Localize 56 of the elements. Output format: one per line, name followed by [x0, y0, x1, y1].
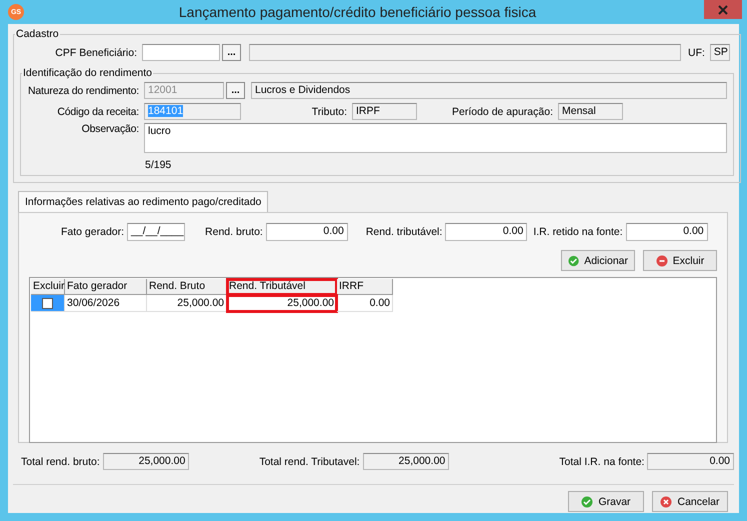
field-label: Código da receita:: [56, 106, 139, 118]
cpf-field[interactable]: [142, 44, 220, 61]
group-title: Cadastro: [15, 28, 60, 40]
save-button[interactable]: Gravar: [568, 491, 644, 512]
field-label: Fato gerador:: [61, 226, 124, 238]
field-label: Observação:: [80, 123, 139, 135]
window-title: Lançamento pagamento/crédito beneficiário pessoa fisica: [178, 4, 538, 20]
ok-icon: [581, 496, 594, 508]
total-field: 25,000.00: [362, 453, 450, 470]
tributo-field: IRPF: [352, 103, 417, 120]
field-label: UF:: [688, 46, 705, 58]
table-cell: 30/06/2026: [65, 295, 147, 312]
field-label: Rend. tributável:: [366, 226, 442, 238]
lookup-button[interactable]: ...: [222, 44, 241, 61]
column-header[interactable]: IRRF: [337, 279, 393, 295]
column-header[interactable]: Rend. Tributável: [227, 279, 337, 295]
field-label: Rend. bruto:: [205, 226, 263, 238]
column-header[interactable]: Rend. Bruto: [147, 279, 227, 295]
observacao-field[interactable]: lucro: [144, 123, 727, 153]
field-label: Período de apuração:: [451, 106, 553, 118]
ok-icon: [568, 254, 580, 266]
total-label: Total rend. Tributavel:: [259, 456, 360, 468]
column-header[interactable]: Excluir: [31, 279, 65, 295]
cancel-icon: [656, 254, 668, 266]
field-label: Natureza do rendimento:: [27, 84, 139, 96]
field-label: CPF Beneficiário:: [54, 46, 137, 58]
amount-field[interactable]: 0.00: [626, 223, 708, 241]
row-checkbox[interactable]: [42, 298, 53, 308]
character-counter: 5/195: [145, 159, 172, 171]
total-label: Total I.R. na fonte:: [559, 456, 644, 468]
group-title: Identificação do rendimento: [22, 67, 153, 79]
amount-field[interactable]: 0.00: [445, 223, 528, 241]
name-field[interactable]: [249, 44, 681, 61]
total-label: Total rend. bruto:: [21, 456, 100, 468]
uf-field[interactable]: SP: [710, 44, 730, 61]
total-field: 0.00: [647, 453, 734, 470]
field-label: Tributo:: [310, 106, 347, 118]
cancel-button[interactable]: Cancelar: [652, 491, 728, 512]
date-field[interactable]: __/__/____: [127, 223, 186, 241]
close-button[interactable]: [704, 0, 742, 19]
field-label: I.R. retido na fonte:: [533, 226, 623, 238]
table-cell: 25,000.00: [147, 295, 227, 312]
amount-field[interactable]: 0.00: [266, 223, 348, 241]
periodo-field: Mensal: [558, 103, 623, 120]
delete-button[interactable]: Excluir: [643, 250, 717, 271]
tab[interactable]: Informações relativas ao redimento pago/creditado: [18, 191, 268, 212]
table-cell: 25,000.00: [227, 295, 337, 312]
lookup-button[interactable]: ...: [226, 82, 245, 99]
add-button[interactable]: Adicionar: [561, 250, 635, 271]
table-cell: 0.00: [337, 295, 393, 312]
natureza-description-field: Lucros e Dividendos: [251, 82, 727, 99]
column-header[interactable]: Fato gerador: [65, 279, 147, 295]
field-value: 184101: [148, 105, 184, 117]
cancel-icon: [660, 496, 672, 508]
total-field: 25,000.00: [102, 453, 190, 470]
close-icon: [718, 4, 728, 14]
